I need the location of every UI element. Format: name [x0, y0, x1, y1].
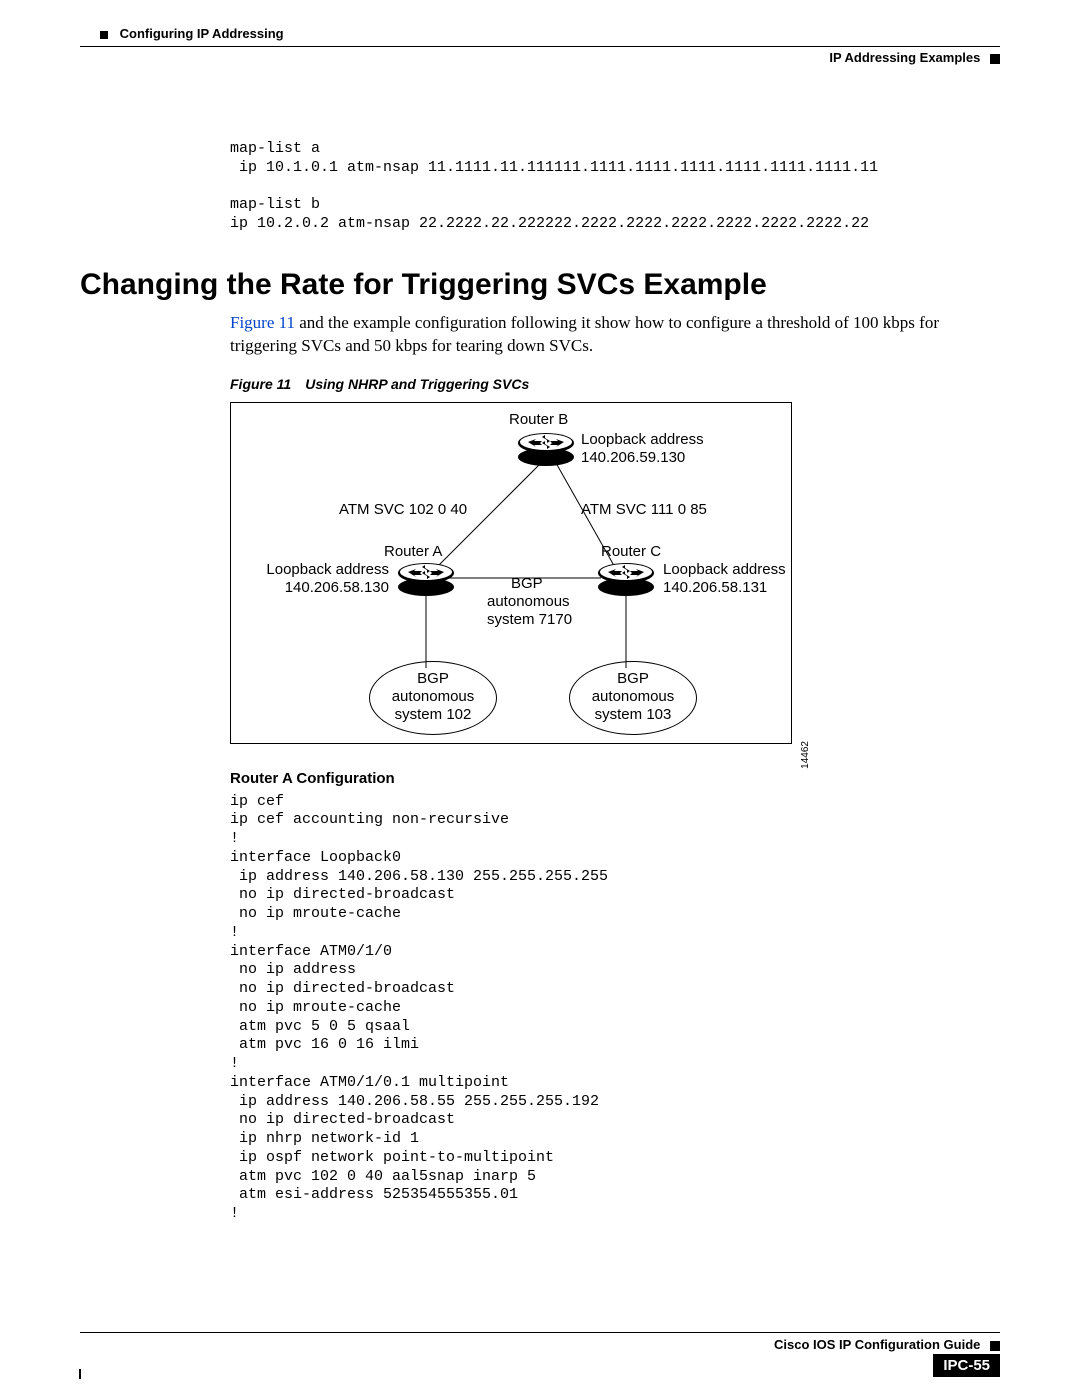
figure-diagram: Router B Loopback address 140.206.59.130…: [230, 402, 792, 744]
ellipseL-l1: BGP: [388, 670, 478, 688]
routerA-label: Router A: [384, 543, 442, 560]
page-number: IPC-55: [933, 1354, 1000, 1377]
footer-title: Cisco IOS IP Configuration Guide: [774, 1337, 980, 1352]
figure-ref-link[interactable]: Figure 11: [230, 313, 295, 332]
routerC-label: Router C: [601, 543, 661, 560]
center-bgp1: BGP: [511, 575, 543, 592]
section-title: IP Addressing Examples: [829, 50, 980, 65]
ellipseL-l2: autonomous: [388, 688, 478, 706]
code-maplist: map-list a ip 10.1.0.1 atm-nsap 11.1111.…: [230, 140, 1000, 234]
intro-text: and the example configuration following …: [230, 313, 939, 355]
chapter-title: Configuring IP Addressing: [120, 26, 284, 41]
center-bgp2: autonomous: [487, 593, 570, 610]
routerA-icon: [396, 561, 456, 597]
ellipseR-l2: autonomous: [588, 688, 678, 706]
intro-paragraph: Figure 11 and the example configuration …: [230, 312, 990, 358]
routerC-loop2: 140.206.58.131: [663, 579, 767, 596]
marker-icon: [990, 1341, 1000, 1351]
ellipseR-l1: BGP: [588, 670, 678, 688]
bgp-ellipse-left: BGP autonomous system 102: [369, 661, 497, 735]
diagram-id: 14462: [800, 741, 811, 769]
bgp-ellipse-right: BGP autonomous system 103: [569, 661, 697, 735]
routerB-label: Router B: [509, 411, 568, 428]
center-bgp3: system 7170: [487, 611, 572, 628]
routerA-loop2: 140.206.58.130: [249, 579, 389, 596]
page-header: Configuring IP Addressing IP Addressing …: [80, 26, 1000, 80]
svc-left: ATM SVC 102 0 40: [339, 501, 467, 518]
ellipseL-l3: system 102: [388, 706, 478, 724]
routerB-icon: [516, 431, 576, 467]
routerA-loop1: Loopback address: [249, 561, 389, 578]
routerB-loop1: Loopback address: [581, 431, 704, 448]
figure-caption: Figure 11 Using NHRP and Triggering SVCs: [230, 376, 1000, 392]
section-heading: Changing the Rate for Triggering SVCs Ex…: [80, 268, 1000, 302]
svc-right: ATM SVC 111 0 85: [581, 501, 707, 518]
crop-mark-icon: [79, 1369, 81, 1379]
routerB-loop2: 140.206.59.130: [581, 449, 685, 466]
routerC-loop1: Loopback address: [663, 561, 786, 578]
page-footer: Cisco IOS IP Configuration Guide IPC-55: [80, 1332, 1000, 1377]
code-routerA: ip cef ip cef accounting non-recursive !…: [230, 793, 1000, 1224]
router-a-config-head: Router A Configuration: [230, 770, 1000, 787]
ellipseR-l3: system 103: [588, 706, 678, 724]
routerC-icon: [596, 561, 656, 597]
marker-icon: [990, 54, 1000, 64]
marker-icon: [100, 31, 108, 39]
